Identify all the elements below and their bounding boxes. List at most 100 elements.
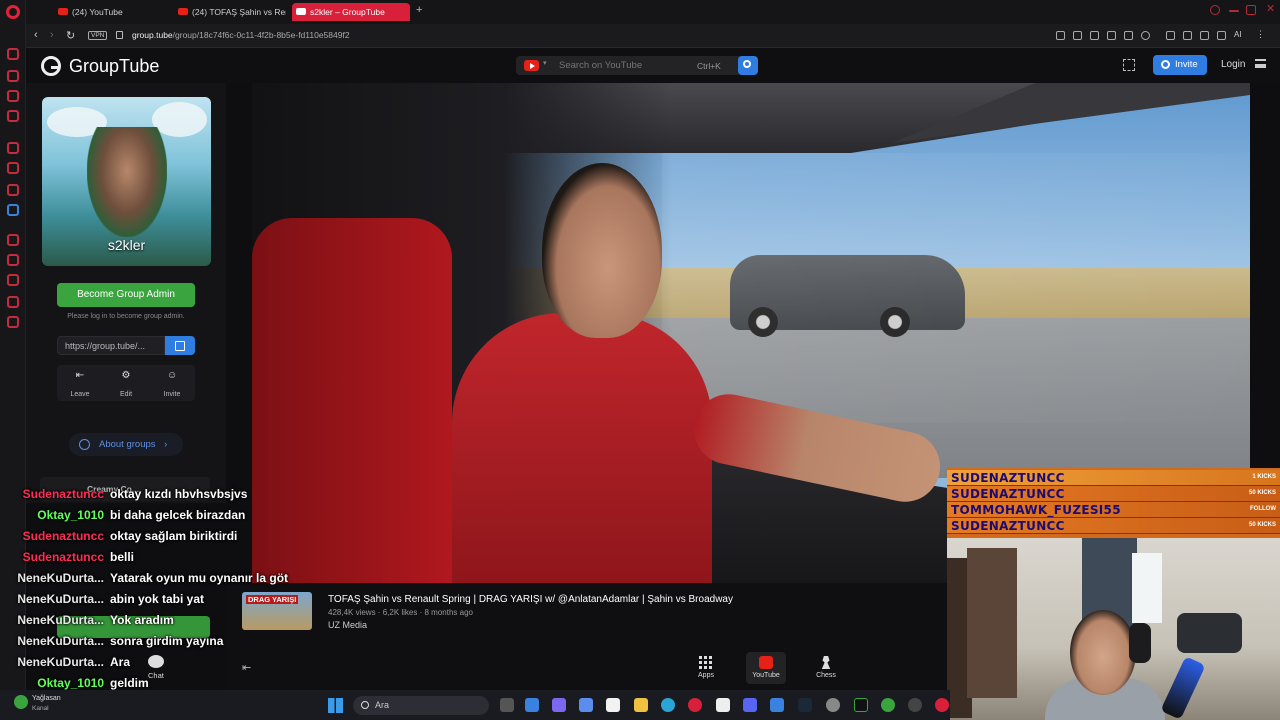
lock-icon[interactable] [116,31,123,39]
heart-icon[interactable] [1141,31,1150,40]
become-admin-button[interactable]: Become Group Admin [57,283,195,307]
app-icon[interactable] [908,698,922,712]
discord-icon[interactable] [7,184,19,196]
minimize-icon[interactable] [1229,10,1239,12]
tab-youtube[interactable]: (24) YouTube [54,3,174,21]
login-link[interactable]: Login [1221,59,1245,70]
search-icon [361,701,369,709]
alert-username: TOMMOHAWK_FUZESI55 [951,503,1121,517]
alert-detail: 50 KICKS [1248,522,1276,528]
chat-message: Yok aradım [110,613,174,627]
aria-icon[interactable] [7,48,19,60]
settings-gear-icon[interactable] [7,316,19,328]
forward-icon[interactable]: › [50,29,54,41]
about-groups-button[interactable]: About groups › [69,433,183,456]
reload-icon[interactable]: ↻ [66,29,75,42]
chat-message: Yatarak oyun mu oynanır la göt [110,571,289,585]
app-icon[interactable] [935,698,949,712]
vk-icon[interactable] [7,204,19,216]
opera-icon[interactable] [688,698,702,712]
discord-icon[interactable] [743,698,757,712]
copy-link-button[interactable] [165,336,195,355]
maximize-icon[interactable] [1246,5,1256,15]
search-input[interactable] [559,60,679,71]
gear-icon: ⚙ [121,370,131,381]
windows-start-icon[interactable] [328,698,343,713]
youtube-source-icon[interactable] [524,60,539,71]
ai-button[interactable]: AI [1234,30,1243,39]
chat-username: NeneKuDurta... [17,634,104,648]
tab-grouptube[interactable]: s2kler – GroupTube [292,3,410,21]
leave-button[interactable]: ⇤ Leave [57,365,103,401]
opera-logo-icon[interactable] [6,5,20,19]
tab-tofas-video[interactable]: (24) TOFAŞ Şahin vs Rena [174,3,286,21]
volume-icon[interactable] [1166,31,1175,40]
play-icon[interactable] [1124,31,1133,40]
url-field[interactable]: group.tube/group/18c74f6c-0c11-4f2b-8b5e… [132,30,350,40]
search-bar[interactable]: ▾ Ctrl+K [516,56,758,75]
youtube-app-button[interactable]: YouTube [746,652,786,684]
app-icon[interactable] [854,698,868,712]
vpn-badge[interactable]: VPN [88,31,108,40]
app-icon[interactable] [606,698,620,712]
camera-icon[interactable] [1183,31,1192,40]
app-icon[interactable] [552,698,566,712]
grouptube-logo-icon[interactable] [41,56,61,76]
file-explorer-icon[interactable] [634,698,648,712]
apps-button[interactable]: Apps [686,652,726,684]
fullscreen-icon[interactable] [1123,59,1135,71]
bookmarks-icon[interactable] [7,274,19,286]
floating-island [87,127,167,237]
chat-username: Sudenaztuncc [22,550,104,564]
weather-line1[interactable]: Yağlasan [32,695,61,702]
stream-alerts-panel: SUDENAZTUNCC 1 KICKS SUDENAZTUNCC 50 KICKS T… [947,468,1280,538]
chat-message: Ara [110,655,131,669]
app-logo-text[interactable]: GroupTube [69,56,159,77]
downloads-icon[interactable] [7,254,19,266]
youtube-icon [178,8,188,15]
invite-action-button[interactable]: ☺ Invite [149,365,195,401]
weather-line2[interactable]: Kanal [32,705,49,712]
app-icon[interactable] [579,698,593,712]
search-button[interactable] [738,56,758,75]
app-icon[interactable] [881,698,895,712]
invite-button[interactable]: Invite [1153,55,1207,75]
weather-icon[interactable] [14,695,28,709]
bookmark-icon[interactable] [1056,31,1065,40]
new-tab-plus-icon[interactable]: + [416,4,422,16]
whatsapp-icon[interactable] [7,142,19,154]
chess-app-button[interactable]: Chess [806,652,846,684]
chevron-right-icon: › [164,439,168,450]
app-icon[interactable] [770,698,784,712]
taskbar-search[interactable]: Ara [353,696,489,715]
video-channel[interactable]: UZ Media [328,620,367,630]
screenshot-icon[interactable] [1073,31,1082,40]
player-icon[interactable] [7,70,19,82]
chat-username: NeneKuDurta... [17,613,104,627]
instagram-icon[interactable] [7,162,19,174]
back-icon[interactable]: ‹ [34,29,38,41]
history-icon[interactable] [7,234,19,246]
edit-button[interactable]: ⚙ Edit [103,365,149,401]
task-view-icon[interactable] [500,698,514,712]
hamburger-menu-icon[interactable] [1255,59,1266,68]
group-link-field[interactable] [57,336,165,355]
extensions-puzzle-icon[interactable] [1200,31,1209,40]
translate-icon[interactable] [1107,31,1116,40]
extensions-icon[interactable] [7,296,19,308]
messenger-icon[interactable] [7,90,19,102]
close-icon[interactable]: ✕ [1266,2,1276,15]
video-title[interactable]: TOFAŞ Şahin vs Renault Spring | DRAG YAR… [328,594,733,605]
edge-icon[interactable] [661,698,675,712]
app-icon[interactable] [826,698,840,712]
menu-dots-icon[interactable]: ⋮ [1256,29,1265,39]
chevron-down-icon[interactable]: ▾ [543,59,547,67]
search-tabs-icon[interactable] [1210,5,1220,15]
download-icon[interactable] [1217,31,1226,40]
search-shortcut-hint: Ctrl+K [697,61,721,71]
adblock-icon[interactable] [1090,31,1099,40]
app-icon[interactable] [525,698,539,712]
app-icon[interactable] [716,698,730,712]
mail-icon[interactable] [7,110,19,122]
steam-icon[interactable] [798,698,812,712]
